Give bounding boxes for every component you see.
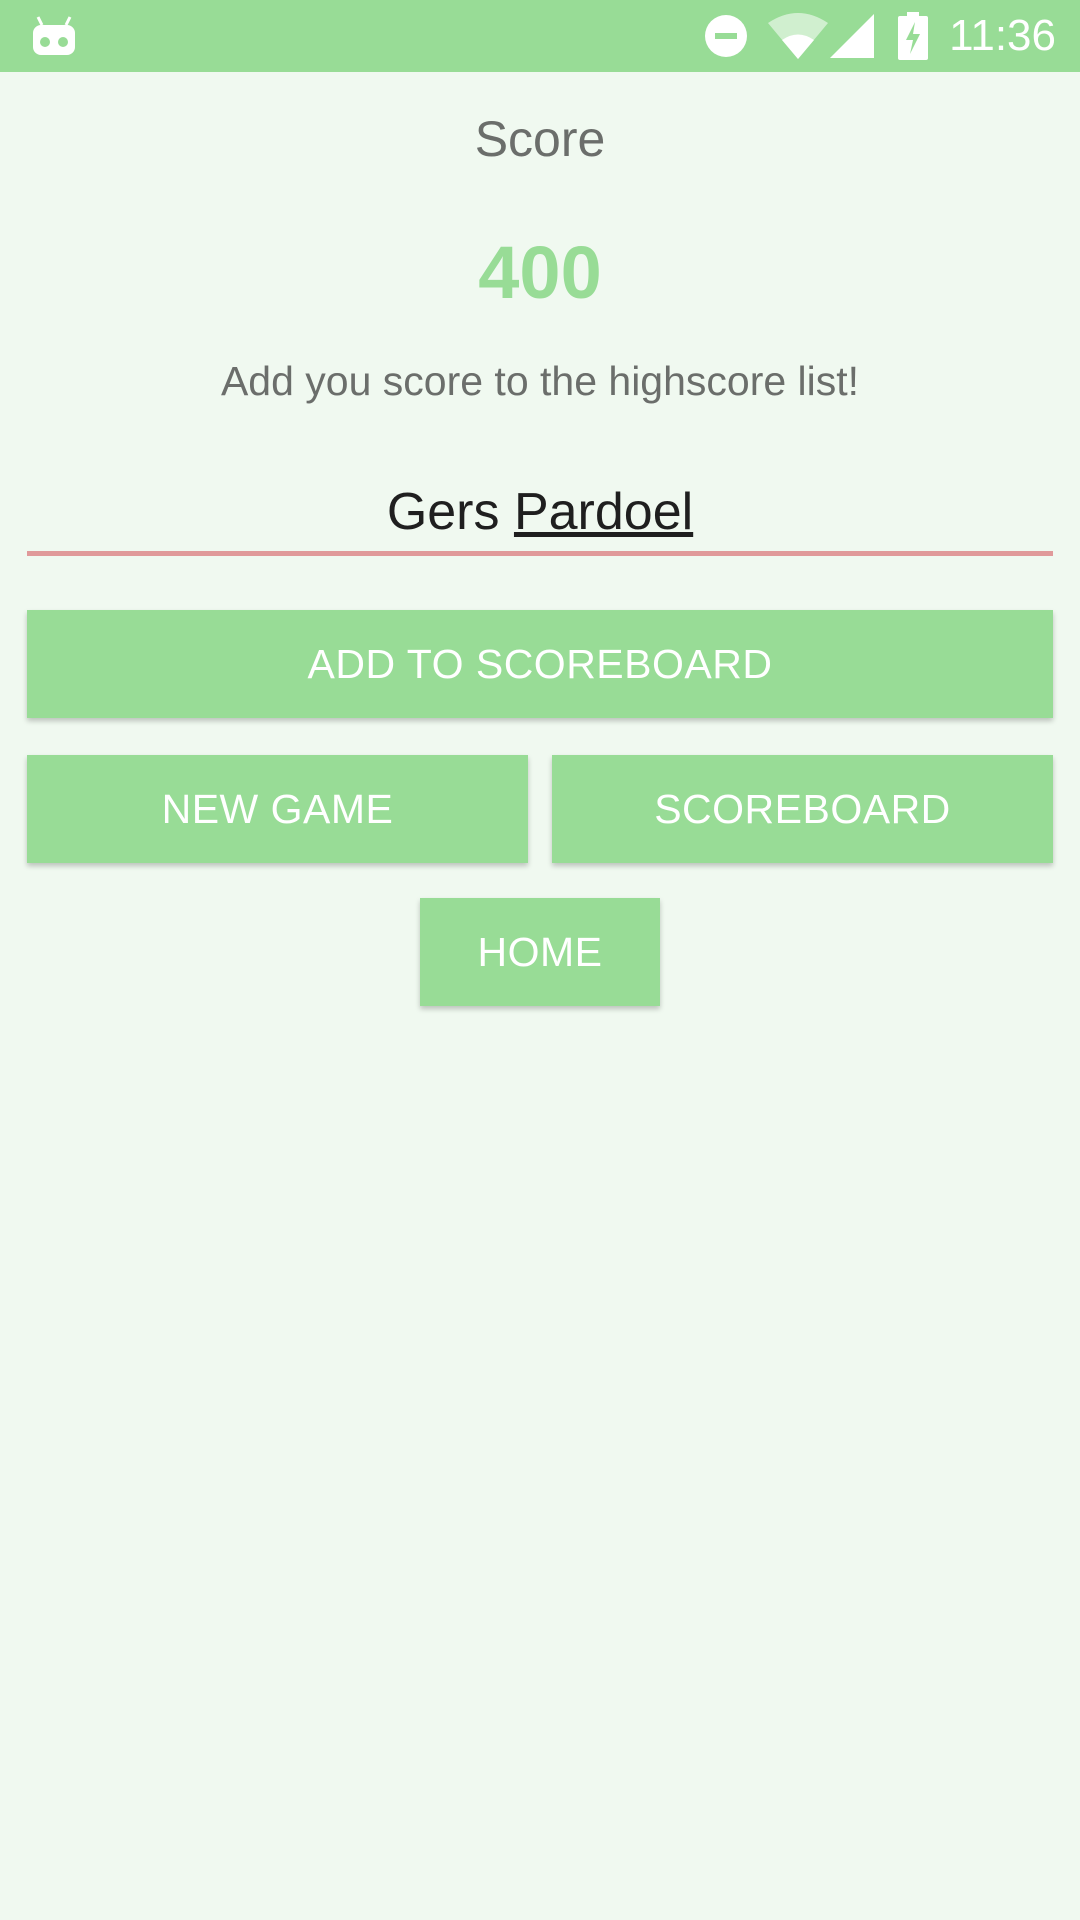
page-title: Score — [474, 111, 606, 167]
scoreboard-button[interactable]: SCOREBOARD — [552, 755, 1053, 863]
cell-signal-icon — [830, 0, 874, 72]
status-time: 11:36 — [949, 11, 1056, 60]
name-first: Gers — [386, 482, 500, 541]
highscore-prompt: Add you score to the highscore list! — [220, 358, 860, 404]
status-bar: 11:36 — [0, 0, 1080, 72]
name-input[interactable]: Gers Pardoel — [27, 472, 1053, 556]
do-not-disturb-icon — [704, 0, 748, 72]
name-input-value: Gers Pardoel — [387, 482, 693, 542]
name-last: Pardoel — [513, 482, 694, 541]
new-game-button[interactable]: NEW GAME — [27, 755, 528, 863]
battery-charging-icon — [898, 0, 928, 72]
home-button[interactable]: HOME — [420, 898, 660, 1006]
score-value: 400 — [478, 231, 602, 314]
android-robot-icon — [30, 0, 78, 72]
wifi-icon — [768, 0, 828, 72]
add-to-scoreboard-button[interactable]: ADD TO SCOREBOARD — [27, 610, 1053, 718]
